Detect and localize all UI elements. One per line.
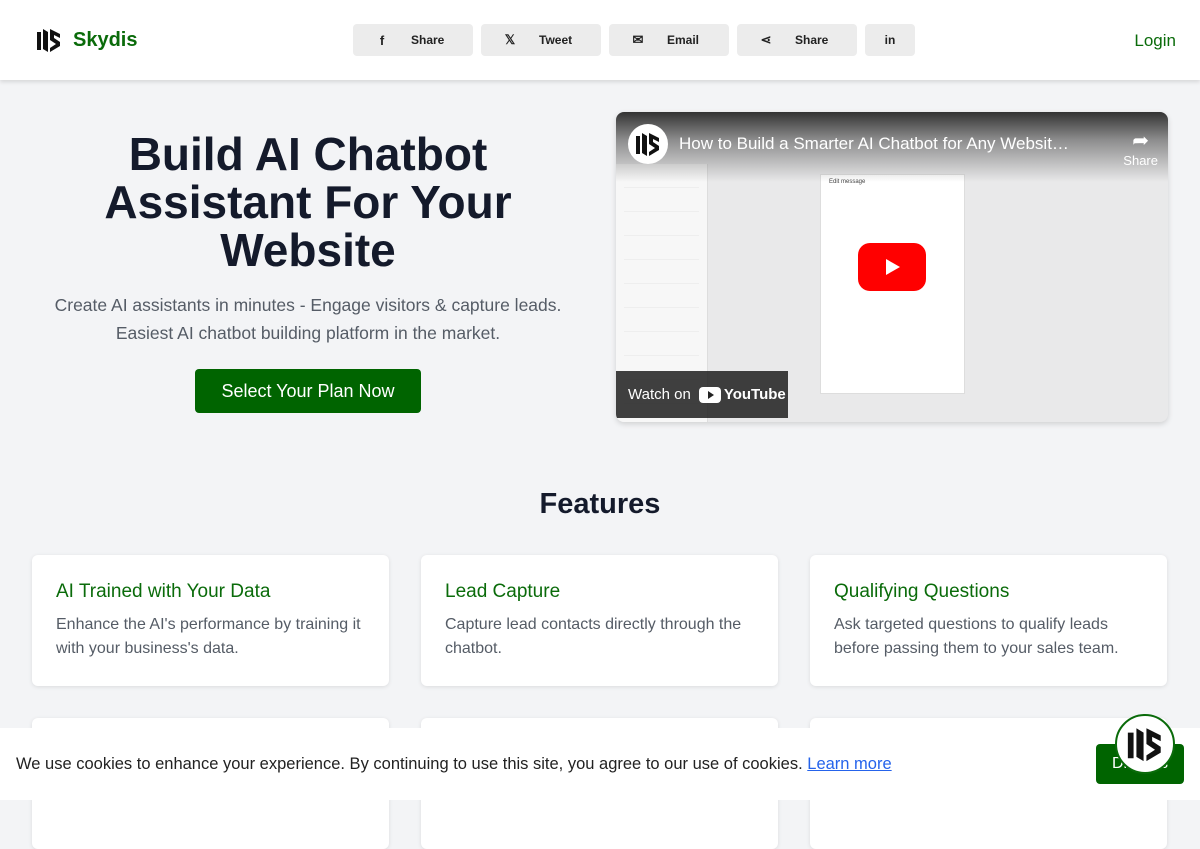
title-line: Build AI Chatbot	[128, 128, 488, 180]
email-icon: ✉	[632, 32, 644, 47]
hero-title: Build AI Chatbot Assistant For Your Webs…	[58, 130, 558, 274]
subtitle-line: Easiest AI chatbot building platform in …	[115, 323, 501, 343]
youtube-label: YouTube	[723, 386, 786, 403]
share-arrow-icon: ➦	[1132, 130, 1150, 152]
youtube-logo: YouTube	[698, 386, 786, 403]
subtitle-line: Create AI assistants in minutes - Engage…	[54, 295, 562, 315]
video-title[interactable]: How to Build a Smarter AI Chatbot for An…	[679, 134, 1069, 154]
logo[interactable]: Skydis	[35, 26, 137, 54]
email-label: Email	[667, 33, 700, 47]
tweet-label: Tweet	[539, 33, 573, 47]
skydis-logo-icon	[636, 133, 659, 156]
video-share-button[interactable]: ➦ Share	[1123, 128, 1158, 168]
facebook-icon: f	[379, 32, 385, 48]
brand-name: Skydis	[73, 28, 138, 51]
features-heading: Features	[539, 488, 661, 520]
feature-title: Qualifying Questions	[834, 581, 1010, 602]
title-line: Assistant For Your	[104, 176, 512, 228]
channel-avatar[interactable]	[628, 124, 668, 164]
cookie-banner: We use cookies to enhance your experienc…	[0, 728, 1200, 800]
learn-more-link[interactable]: Learn more	[807, 755, 891, 773]
linkedin-icon: in	[884, 33, 896, 47]
feature-title: AI Trained with Your Data	[56, 581, 271, 602]
cookie-message: We use cookies to enhance your experienc…	[16, 755, 803, 773]
share-bar: f Share 𝕏 Tweet ✉ Email ⋖ Share in	[353, 24, 915, 56]
share-label: Share	[411, 33, 445, 47]
header: Skydis f Share 𝕏 Tweet ✉ Email ⋖ Share in Lo…	[0, 0, 1200, 80]
email-share-button[interactable]: ✉ Email	[609, 24, 729, 56]
facebook-share-button[interactable]: f Share	[353, 24, 473, 56]
watch-on-label: Watch on	[628, 386, 691, 403]
generic-share-button[interactable]: ⋖ Share	[737, 24, 857, 56]
watch-on-youtube-button[interactable]: Watch on YouTube	[616, 371, 788, 418]
login-link[interactable]: Login	[1134, 31, 1176, 51]
share-label: Share	[1123, 153, 1158, 168]
share-icon: ⋖	[760, 32, 772, 47]
play-icon	[886, 259, 900, 275]
feature-desc: Ask targeted questions to qualify leads …	[834, 616, 1119, 657]
feature-card: Qualifying Questions Ask targeted questio…	[810, 555, 1167, 686]
skydis-logo-icon	[37, 29, 60, 52]
youtube-icon	[698, 386, 721, 403]
select-plan-button[interactable]: Select Your Plan Now	[195, 369, 421, 413]
feature-desc: Capture lead contacts directly through t…	[445, 616, 742, 657]
share-label: Share	[795, 33, 829, 47]
youtube-video-embed[interactable]: Edit message How to Build a Smarter AI C…	[616, 112, 1168, 422]
linkedin-share-button[interactable]: in	[865, 24, 915, 56]
play-button[interactable]	[858, 243, 926, 291]
title-line: Website	[220, 224, 396, 276]
feature-title: Lead Capture	[445, 581, 561, 602]
chat-widget-button[interactable]	[1115, 714, 1175, 774]
tweet-button[interactable]: 𝕏 Tweet	[481, 24, 601, 56]
hero-subtitle: Create AI assistants in minutes - Engage…	[28, 291, 588, 347]
x-icon: 𝕏	[504, 32, 516, 47]
skydis-logo-icon	[1127, 728, 1161, 762]
cookie-text: We use cookies to enhance your experienc…	[16, 755, 892, 774]
feature-desc: Enhance the AI's performance by training…	[56, 616, 361, 657]
feature-card: AI Trained with Your Data Enhance the AI'…	[32, 555, 389, 686]
feature-card: Lead Capture Capture lead contacts direct…	[421, 555, 778, 686]
